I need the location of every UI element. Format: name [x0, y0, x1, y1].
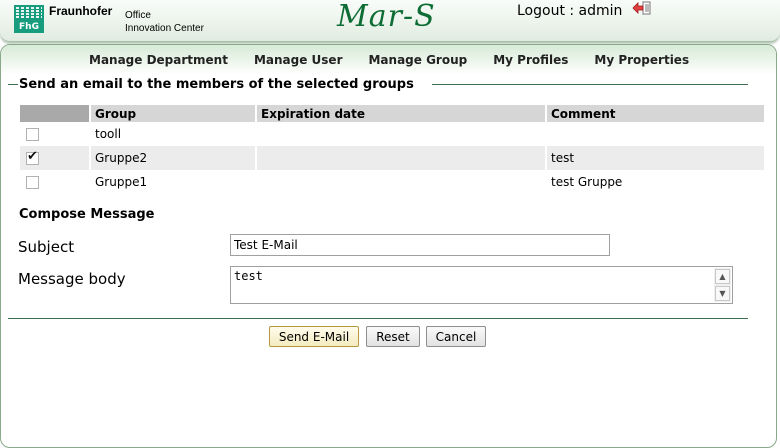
reset-button[interactable]: Reset — [366, 326, 420, 347]
brand-line-center: Innovation Center — [125, 23, 204, 34]
header-select — [20, 105, 91, 122]
group-cell: Gruppe1 — [90, 170, 257, 194]
main-navigation: Manage Department Manage User Manage Gro… — [89, 53, 689, 67]
fraunhofer-logo: FhG — [14, 5, 44, 33]
group-cell: Gruppe2 — [90, 146, 257, 170]
compose-heading: Compose Message — [19, 207, 155, 222]
row-select-cell — [20, 170, 91, 194]
comment-cell: test Gruppe — [546, 170, 766, 194]
nav-my-profiles[interactable]: My Profiles — [493, 53, 568, 67]
form-divider — [8, 318, 748, 319]
header-expiration[interactable]: Expiration date — [256, 105, 547, 122]
send-email-button[interactable]: Send E-Mail — [269, 326, 359, 347]
group-checkbox[interactable] — [26, 149, 39, 165]
nav-manage-user[interactable]: Manage User — [254, 53, 343, 67]
row-select-cell — [20, 146, 91, 170]
group-checkbox[interactable] — [26, 128, 39, 141]
message-body-label: Message body — [18, 270, 126, 288]
section-title: Send an email to the members of the sele… — [19, 77, 414, 92]
scroll-up-icon[interactable]: ▲ — [715, 269, 730, 284]
scroll-down-icon[interactable]: ▼ — [715, 286, 730, 301]
groups-table: Group Expiration date Comment tooll Grup… — [20, 105, 766, 194]
section-divider-left — [8, 84, 18, 85]
header-group[interactable]: Group — [90, 105, 257, 122]
group-checkbox[interactable] — [26, 176, 39, 189]
textarea-scrollbar[interactable]: ▲ ▼ — [714, 268, 731, 302]
group-cell: tooll — [90, 122, 257, 146]
section-divider-right — [432, 84, 748, 85]
table-row: tooll — [20, 122, 766, 146]
subject-label: Subject — [18, 238, 75, 256]
table-header-row: Group Expiration date Comment — [20, 105, 766, 122]
comment-cell — [546, 122, 766, 146]
comment-cell: test — [546, 146, 766, 170]
expiration-cell — [256, 122, 547, 146]
row-select-cell — [20, 122, 91, 146]
expiration-cell — [256, 170, 547, 194]
brand-name: Fraunhofer — [49, 4, 113, 18]
header-bar: FhG Fraunhofer Office Innovation Center … — [0, 0, 780, 42]
message-body-textarea[interactable]: test — [230, 266, 733, 304]
nav-manage-group[interactable]: Manage Group — [368, 53, 467, 67]
nav-my-properties[interactable]: My Properties — [594, 53, 689, 67]
header-comment[interactable]: Comment — [546, 105, 766, 122]
logo-text: FhG — [19, 22, 39, 32]
cancel-button[interactable]: Cancel — [426, 326, 486, 347]
nav-manage-department[interactable]: Manage Department — [89, 53, 228, 67]
expiration-cell — [256, 146, 547, 170]
brand-line-office: Office — [125, 10, 151, 21]
logout-arrow-icon[interactable] — [632, 1, 652, 15]
subject-input[interactable] — [230, 234, 610, 256]
logout-link[interactable]: Logout : admin — [517, 3, 622, 19]
app-title: Mar-S — [337, 0, 436, 34]
table-row: Gruppe1 test Gruppe — [20, 170, 766, 194]
table-row: Gruppe2 test — [20, 146, 766, 170]
